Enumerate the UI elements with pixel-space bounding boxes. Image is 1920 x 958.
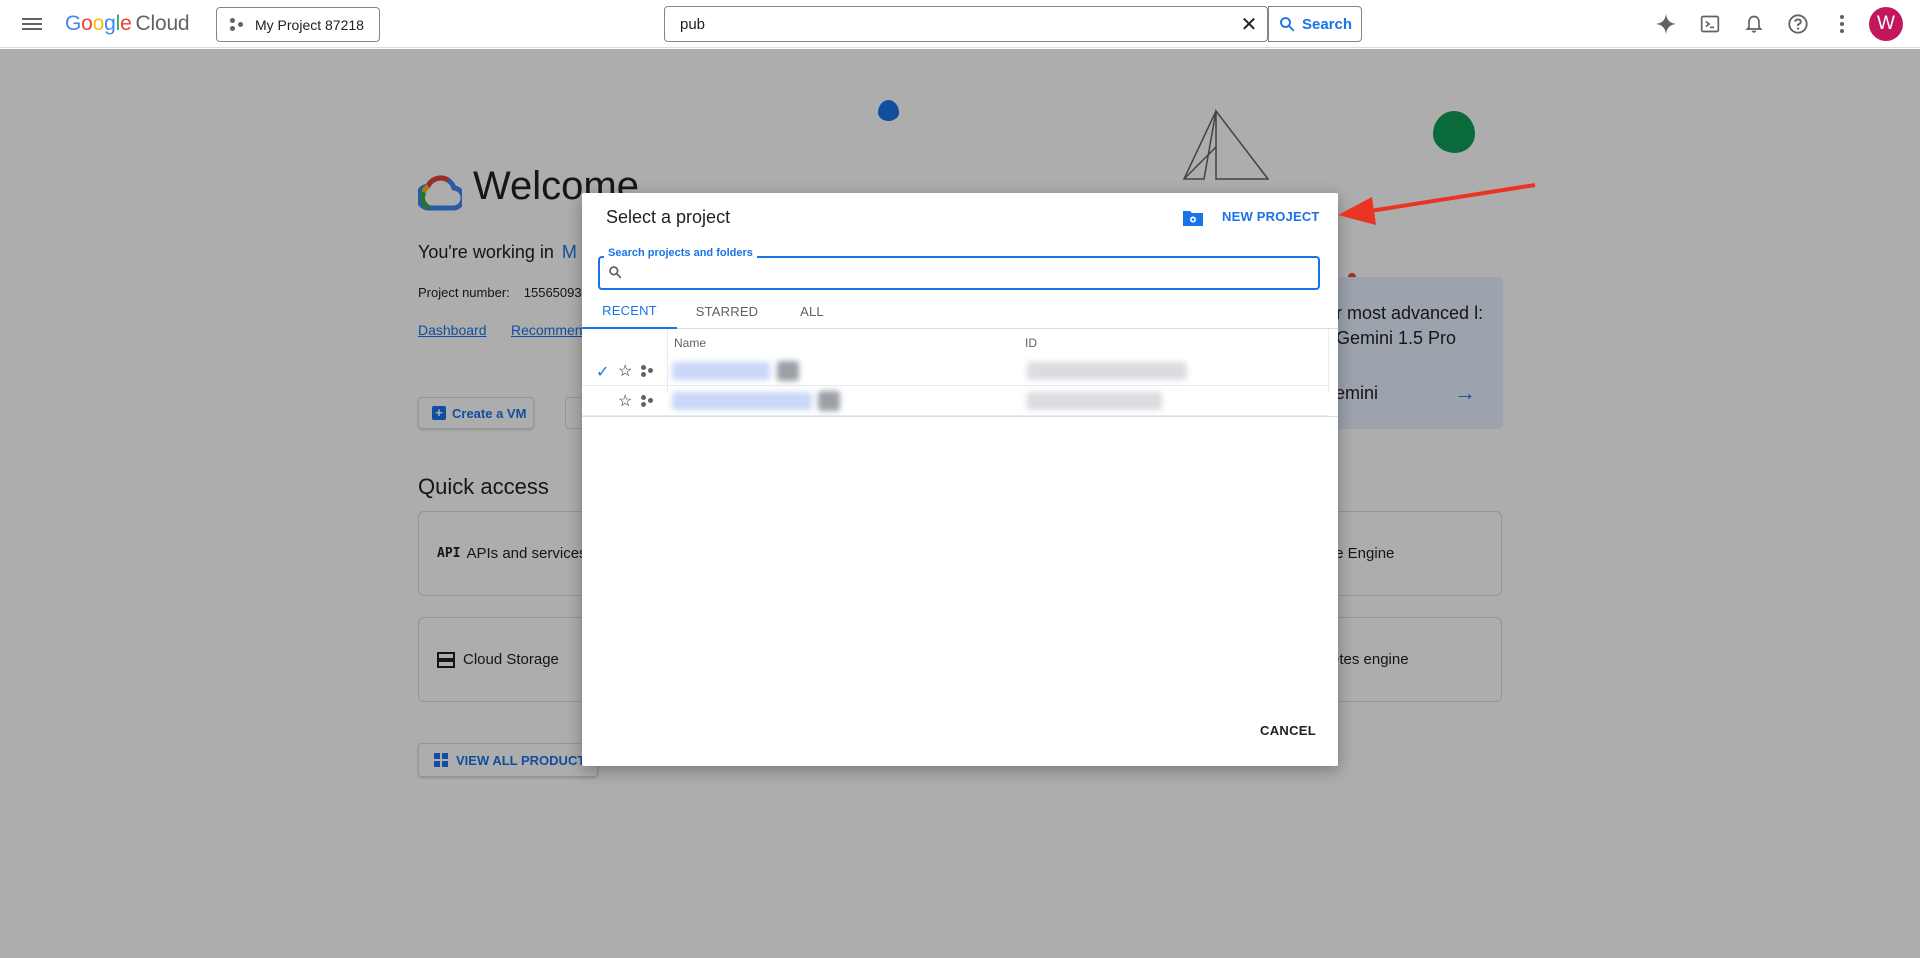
scrollbar-track[interactable] <box>1328 329 1329 393</box>
tab-all[interactable]: ALL <box>777 293 847 329</box>
project-id-redacted <box>1027 362 1187 380</box>
google-cloud-logo[interactable]: Google Cloud <box>65 12 190 36</box>
star-icon[interactable]: ☆ <box>618 361 632 381</box>
project-icon <box>640 364 654 378</box>
project-search-label: Search projects and folders <box>604 247 757 259</box>
tab-recent[interactable]: RECENT <box>582 293 677 329</box>
tab-starred[interactable]: STARRED <box>677 293 777 329</box>
column-header-name[interactable]: Name <box>674 336 706 350</box>
project-icon <box>640 394 654 408</box>
search-input[interactable] <box>665 7 1231 41</box>
annotation-arrow <box>1338 183 1536 225</box>
project-picker-button[interactable]: My Project 87218 <box>216 7 380 42</box>
notifications-bell-icon[interactable] <box>1742 12 1766 36</box>
project-picker-label: My Project 87218 <box>255 16 364 33</box>
table-row[interactable]: ☆ <box>582 387 1328 416</box>
star-icon[interactable]: ☆ <box>618 391 632 411</box>
more-vert-icon[interactable] <box>1830 12 1854 36</box>
help-icon[interactable] <box>1786 12 1810 36</box>
column-divider <box>667 329 668 393</box>
project-tabs: RECENT STARRED ALL <box>582 293 1338 329</box>
project-name-redacted[interactable] <box>672 392 812 410</box>
search-icon <box>609 266 622 279</box>
top-app-bar: GoogleCloud My Project 87218 ✕ Search W <box>0 0 1920 48</box>
search-icon <box>1280 17 1295 32</box>
gemini-sparkle-icon[interactable] <box>1654 12 1678 36</box>
redacted-badge <box>818 391 840 411</box>
new-project-button[interactable]: NEW PROJECT <box>1222 209 1320 224</box>
redacted-badge <box>777 361 799 381</box>
cancel-button[interactable]: CANCEL <box>1260 723 1316 738</box>
search-button[interactable]: Search <box>1268 6 1362 42</box>
check-icon: ✓ <box>596 364 610 381</box>
search-bar: ✕ <box>664 6 1268 42</box>
account-avatar[interactable]: W <box>1869 7 1903 41</box>
project-search-input[interactable] <box>626 262 1306 284</box>
project-search-field <box>598 256 1320 290</box>
table-row[interactable]: ✓ ☆ <box>582 357 1328 386</box>
project-id-redacted <box>1027 392 1162 410</box>
project-icon <box>229 17 245 33</box>
column-header-id[interactable]: ID <box>1025 336 1037 350</box>
dialog-title: Select a project <box>606 207 731 227</box>
project-name-redacted[interactable] <box>672 362 770 380</box>
main-menu-icon[interactable] <box>20 12 44 36</box>
cloud-shell-icon[interactable] <box>1698 12 1722 36</box>
clear-search-icon[interactable]: ✕ <box>1231 7 1267 41</box>
search-button-label: Search <box>1301 15 1353 33</box>
select-project-dialog: Select a project NEW PROJECT Search proj… <box>582 193 1338 766</box>
new-folder-icon[interactable] <box>1182 209 1204 227</box>
list-divider <box>582 416 1338 417</box>
